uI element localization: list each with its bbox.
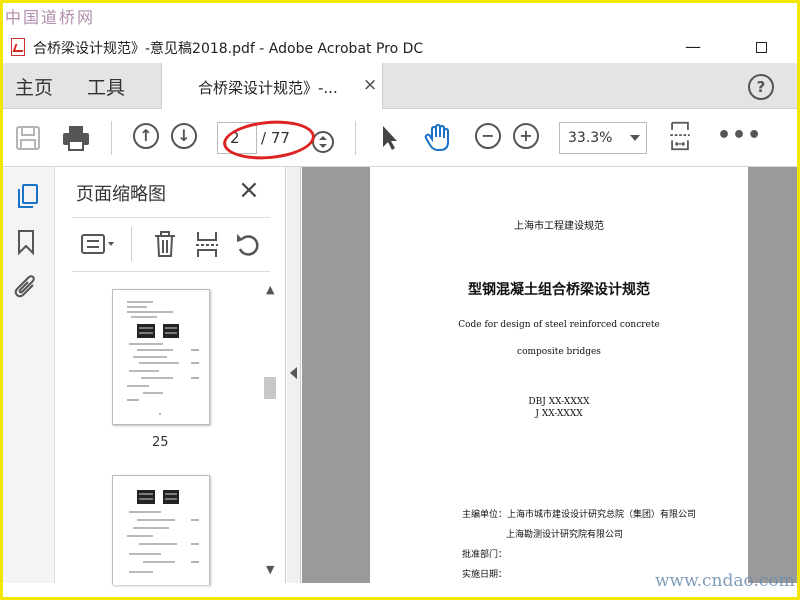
document-viewer[interactable]: 上海市工程建设规范 型钢混凝土组合桥梁设计规范 Code for design … [302,167,797,583]
next-page-button[interactable]: ↓ [171,123,197,149]
panel-close-icon[interactable]: × [238,175,260,205]
rotate-page-icon[interactable] [234,229,262,259]
page-thumbnail[interactable] [112,475,210,585]
document-english-title: composite bridges [517,347,601,357]
save-icon[interactable] [15,123,41,153]
maximize-button[interactable] [741,33,781,61]
document-date: 实施日期： [462,570,508,580]
document-editor: 上海勘测设计研究院有限公司 [506,530,624,540]
panel-divider [72,217,270,218]
select-cursor-icon[interactable] [379,123,399,153]
watermark-bottom: www.cndao.com [655,571,795,591]
menu-home[interactable]: 主页 [15,73,53,100]
document-code: DBJ XX-XXXX [528,397,590,407]
window-title: 合桥梁设计规范》-意见稿2018.pdf - Adobe Acrobat Pro… [33,41,424,57]
zoom-value: 33.3% [568,130,613,146]
document-approval: 批准部门： [462,550,508,560]
collapse-left-icon [290,367,297,379]
more-options-button[interactable]: ••• [717,123,762,148]
panel-divider [72,271,270,272]
watermark-top: 中国道桥网 [5,8,96,27]
document-code: J XX-XXXX [535,409,583,419]
page-thumbnail[interactable] [112,289,210,425]
zoom-select[interactable]: 33.3% [559,122,647,154]
scroll-down-icon[interactable]: ▼ [266,563,274,576]
insert-page-icon[interactable] [194,229,220,259]
hand-tool-icon[interactable] [423,123,453,153]
zoom-out-button[interactable]: − [475,123,501,149]
document-tab-label: 合桥梁设计规范》-... [198,79,338,97]
previous-page-button[interactable]: ↑ [133,123,159,149]
scroll-up-icon[interactable]: ▲ [266,283,274,296]
tab-close-icon[interactable]: × [363,75,377,95]
zoom-in-button[interactable]: + [513,123,539,149]
toolbar-separator [111,121,112,155]
scrollbar-thumb[interactable] [264,377,276,399]
page-thumbnails-icon[interactable] [17,183,39,209]
bookmark-icon[interactable] [17,229,35,255]
panel-collapse-handle[interactable] [287,167,301,583]
document-page: 上海市工程建设规范 型钢混凝土组合桥梁设计规范 Code for design … [370,167,748,583]
thumbnail-preview [127,301,199,415]
thumbnail-scrollbar[interactable]: ▲ ▼ [264,283,278,579]
title-bar: 合桥梁设计规范》-意见稿2018.pdf - Adobe Acrobat Pro… [3,31,797,63]
maximize-icon [755,42,767,53]
thumbnail-panel: 页面缩略图 × 25 ▲ ▼ [56,167,286,585]
toolbar-separator [355,121,356,155]
menu-bar: 主页 工具 合桥梁设计规范》-... × ? [3,63,797,109]
pdf-file-icon [11,38,25,56]
chevron-down-icon [630,135,640,141]
minimize-button[interactable]: — [673,33,713,61]
document-editor: 主编单位：上海市城市建设设计研究总院（集团）有限公司 [462,510,697,520]
print-icon[interactable] [61,123,91,153]
thumbnail-preview [127,490,199,573]
document-tab[interactable]: 合桥梁设计规范》-... × [161,63,383,109]
help-button[interactable]: ? [748,74,774,100]
menu-tools[interactable]: 工具 [87,73,125,100]
document-series: 上海市工程建设规范 [514,221,604,232]
fit-page-icon[interactable] [667,121,693,151]
attachment-icon[interactable] [13,273,39,301]
panel-title: 页面缩略图 [76,184,166,205]
document-title: 型钢混凝土组合桥梁设计规范 [468,282,650,298]
toolbar: ↑ ↓ 2 / 77 − + 33.3% ••• [3,109,797,167]
delete-page-icon[interactable] [152,229,178,259]
app-window: 中国道桥网 合桥梁设计规范》-意见稿2018.pdf - Adobe Acrob… [3,3,797,597]
page-stepper-icon[interactable] [311,127,335,157]
navigation-rail [3,167,55,583]
thumbnail-options-icon[interactable] [80,229,118,259]
thumbnail-label: 25 [152,435,169,450]
panel-tools-separator [131,227,132,261]
document-english-title: Code for design of steel reinforced conc… [458,320,660,330]
